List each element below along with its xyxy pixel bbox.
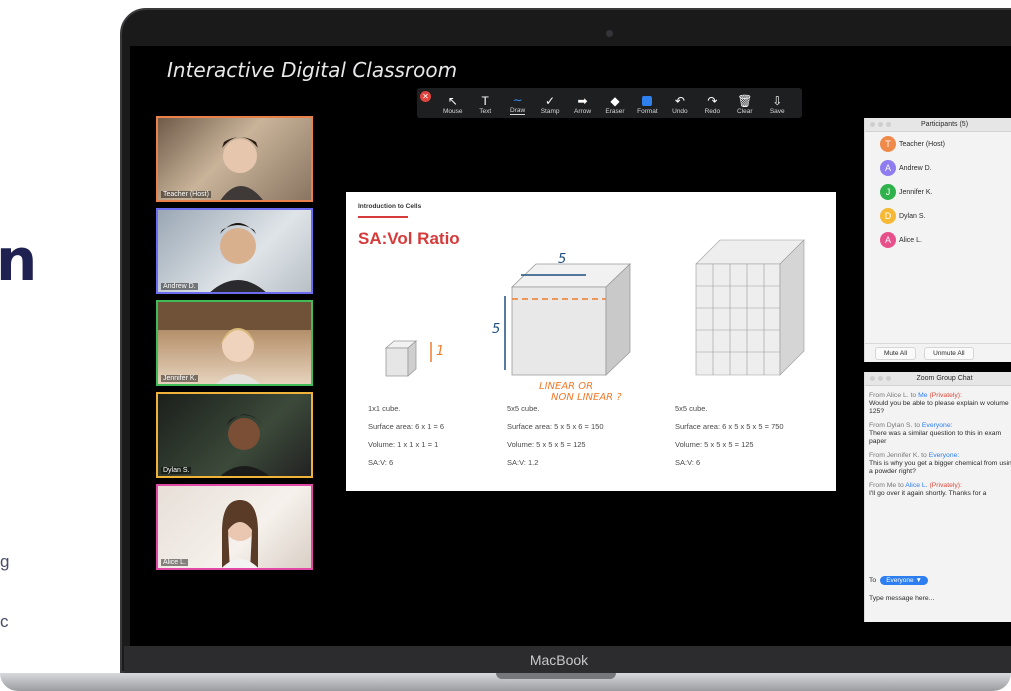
- tool-clear[interactable]: 🗑 Clear: [731, 94, 758, 115]
- participant-video: [220, 414, 270, 476]
- handwritten-annotation: 5: [492, 322, 501, 337]
- tool-text[interactable]: T Text: [471, 94, 498, 115]
- trash-icon: 🗑: [737, 94, 753, 108]
- participant-row[interactable]: A Alice L.: [865, 228, 1011, 252]
- participants-panel: Participants (5) T Teacher (Host) A Andrew…: [864, 118, 1011, 362]
- draw-icon: ∼: [512, 93, 523, 107]
- laptop-chin: MacBook: [124, 646, 1011, 673]
- video-name-label: Dylan S.: [161, 467, 192, 474]
- chat-message: From Alice L. to Me (Privately): Would y…: [869, 392, 1011, 415]
- undo-icon: ↶: [674, 94, 685, 108]
- body-text-fragment: c: [0, 612, 9, 631]
- video-tile-dylan[interactable]: Dylan S.: [156, 392, 313, 478]
- window-controls[interactable]: [870, 376, 891, 381]
- body-text-fragment: g: [0, 552, 10, 571]
- unmute-all-button[interactable]: Unmute All: [924, 346, 974, 360]
- window-controls[interactable]: [870, 122, 891, 127]
- chat-input[interactable]: Type message here...: [869, 595, 934, 602]
- close-toolbar-button[interactable]: ✕: [420, 91, 431, 102]
- hero-heading-fragment: n: [0, 226, 38, 294]
- chat-recipient: To Everyone ▼: [869, 576, 928, 585]
- participant-row[interactable]: D Dylan S.: [865, 204, 1011, 228]
- tool-draw[interactable]: ∼ Draw: [504, 93, 531, 115]
- text-icon: T: [481, 94, 489, 108]
- tool-format[interactable]: Format: [634, 94, 661, 115]
- chat-panel: Zoom Group Chat From Alice L. to Me (Pri…: [864, 372, 1011, 622]
- chat-message: From Jennifer K. to Everyone: This is wh…: [869, 452, 1011, 475]
- avatar: J: [880, 184, 896, 200]
- chat-message: From Dylan S. to Everyone: There was a s…: [869, 422, 1002, 445]
- handwritten-annotation: 5: [558, 252, 567, 267]
- tool-redo[interactable]: ↷ Redo: [699, 94, 726, 115]
- presentation-slide: Introduction to Cells SA:Vol Ratio 1 5 5…: [346, 192, 836, 491]
- classroom-title: Interactive Digital Classroom: [167, 58, 458, 82]
- video-tile-jennifer[interactable]: Jennifer K.: [156, 300, 313, 386]
- tool-stamp[interactable]: ✓ Stamp: [536, 94, 563, 115]
- tool-eraser[interactable]: ◆ Eraser: [601, 94, 628, 115]
- participants-title: Participants (5): [920, 121, 969, 128]
- eraser-icon: ◆: [610, 94, 620, 108]
- video-name-label: Teacher (Host): [161, 191, 211, 198]
- cube-1-text: 1x1 cube. Surface area: 6 x 1 = 6 Volume…: [368, 404, 445, 467]
- recipient-dropdown[interactable]: Everyone ▼: [880, 576, 928, 585]
- video-name-label: Alice L.: [161, 559, 188, 566]
- check-icon: ✓: [545, 94, 556, 108]
- arrow-icon: ➡: [577, 94, 588, 108]
- brand-label: MacBook: [529, 651, 589, 668]
- avatar: A: [880, 160, 896, 176]
- tool-arrow[interactable]: ➡ Arrow: [569, 94, 596, 115]
- participant-row[interactable]: J Jennifer K.: [865, 180, 1011, 204]
- participant-video: [210, 223, 266, 292]
- tool-save[interactable]: ⇩ Save: [764, 94, 791, 115]
- avatar: T: [880, 136, 896, 152]
- avatar: A: [880, 232, 896, 248]
- cube-5-text: 5x5 cube. Surface area: 5 x 5 x 6 = 150 …: [507, 404, 604, 467]
- video-name-label: Andrew D.: [161, 283, 198, 290]
- handwritten-annotation: 1: [436, 344, 445, 359]
- chat-title: Zoom Group Chat: [916, 375, 973, 382]
- video-tile-andrew[interactable]: Andrew D.: [156, 208, 313, 294]
- grid-cube-text: 5x5 cube. Surface area: 6 x 5 x 5 x 5 = …: [675, 404, 784, 467]
- pointer-icon: ↖: [447, 94, 458, 108]
- video-tile-teacher[interactable]: Teacher (Host): [156, 116, 313, 202]
- participant-video: [221, 500, 259, 568]
- chat-header: Zoom Group Chat: [865, 372, 1011, 386]
- tool-undo[interactable]: ↶ Undo: [666, 94, 693, 115]
- laptop-screen: Interactive Digital Classroom ✕ ↖ Mouse T…: [130, 46, 1011, 646]
- participants-header: Participants (5): [865, 118, 1011, 132]
- avatar: D: [880, 208, 896, 224]
- annotation-toolbar: ✕ ↖ Mouse T Text ∼ Draw ✓ Stamp ➡ Arrow ◆ Eras…: [417, 88, 802, 118]
- redo-icon: ↷: [707, 94, 718, 108]
- large-cube-icon: [511, 263, 631, 376]
- laptop-notch: [496, 673, 616, 679]
- participant-video: [220, 137, 263, 200]
- download-icon: ⇩: [772, 94, 783, 108]
- handwritten-annotation: LINEAR OR: [539, 381, 594, 392]
- participants-footer: Mute All Unmute All: [865, 343, 1011, 362]
- small-cube-icon: [384, 340, 418, 377]
- mute-all-button[interactable]: Mute All: [875, 346, 917, 360]
- participant-row[interactable]: A Andrew D.: [865, 156, 1011, 180]
- tool-mouse[interactable]: ↖ Mouse: [439, 94, 466, 115]
- video-tile-alice[interactable]: Alice L.: [156, 484, 313, 570]
- camera-icon: [606, 30, 613, 37]
- format-icon: [642, 94, 653, 108]
- handwritten-annotation: NON LINEAR ?: [551, 392, 622, 403]
- participant-video: [158, 302, 311, 384]
- participant-row[interactable]: T Teacher (Host): [865, 132, 1011, 156]
- grid-cube-icon: [695, 239, 805, 376]
- video-name-label: Jennifer K.: [161, 375, 199, 382]
- chat-message: From Me to Alice L. (Privately): I'll go…: [869, 482, 987, 497]
